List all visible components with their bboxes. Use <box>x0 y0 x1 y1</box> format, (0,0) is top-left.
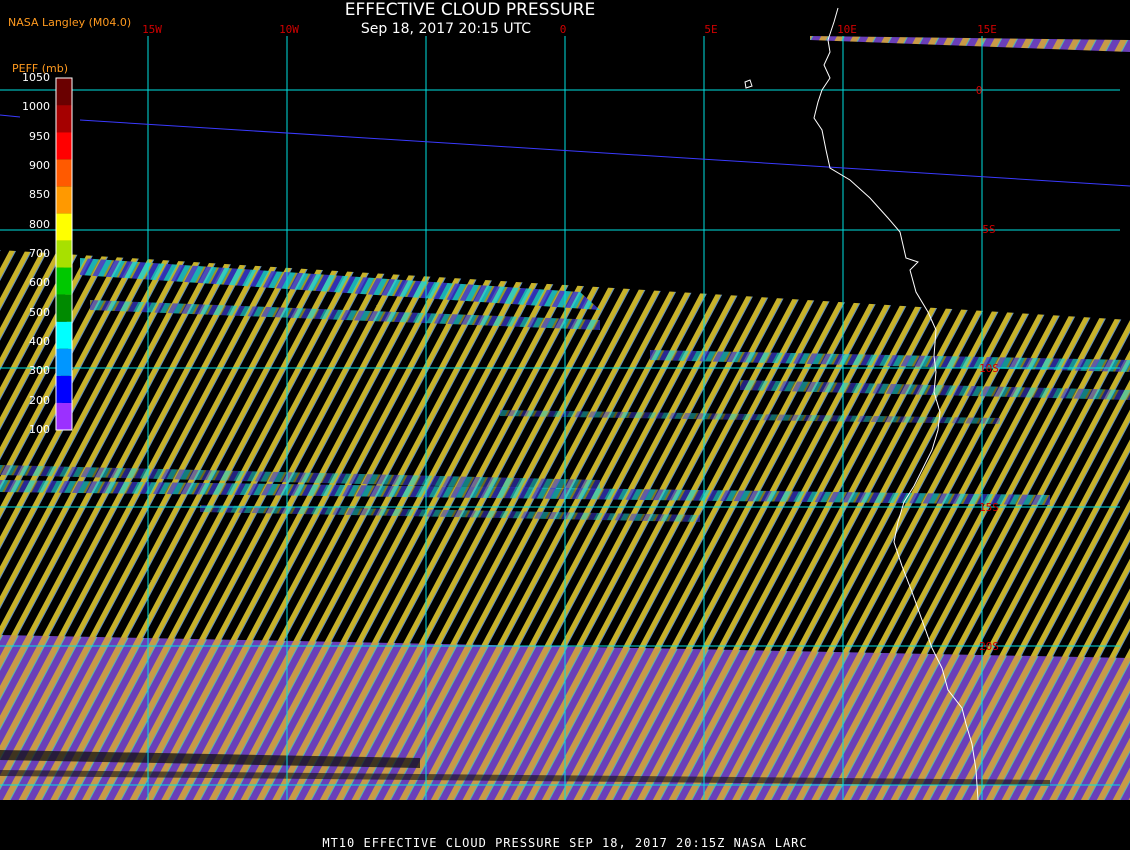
colorbar-tick: 1050 <box>22 71 50 84</box>
colorbar-segment <box>56 294 72 322</box>
lat-label-10s: 10S <box>979 362 999 375</box>
lat-label-5s: 5S <box>982 223 995 236</box>
colorbar-segment <box>56 267 72 295</box>
footer-caption: MT10 EFFECTIVE CLOUD PRESSURE SEP 18, 20… <box>0 836 1130 850</box>
cloud-swath-top-right <box>810 36 1130 52</box>
colorbar-segment <box>56 132 72 160</box>
colorbar-tick: 950 <box>29 129 50 143</box>
satellite-map: 15W 10W 0 5E 10E 15E 0 5S 10S 15S 20S <box>0 7 1130 801</box>
colorbar-segment <box>56 348 72 376</box>
lat-label-20s: 20S <box>979 640 999 653</box>
colorbar-segment <box>56 78 72 106</box>
colorbar-tick: 600 <box>29 276 50 290</box>
colorbar-tick: 850 <box>29 188 50 202</box>
agency-label: NASA Langley (M04.0) <box>8 16 132 29</box>
colorbar-tick: 700 <box>29 247 50 260</box>
colorbar-tick: 100 <box>29 423 50 436</box>
colorbar-segment <box>56 186 72 214</box>
colorbar-segment <box>56 159 72 187</box>
lon-label-15e: 15E <box>977 23 997 36</box>
colorbar-segment <box>56 402 72 430</box>
lat-label-0: 0 <box>976 84 983 97</box>
colorbar-segment <box>56 321 72 349</box>
colorbar-tick: 500 <box>29 305 50 319</box>
colorbar-segment <box>56 240 72 268</box>
colorbar-tick: 300 <box>29 364 50 378</box>
colorbar-tick: 900 <box>29 159 50 172</box>
lat-label-15s: 15S <box>979 501 999 514</box>
colorbar <box>55 77 73 431</box>
colorbar-segment <box>56 105 72 133</box>
colorbar-tick: 400 <box>29 335 50 348</box>
colorbar-tick: 1000 <box>22 100 50 114</box>
colorbar-segment <box>56 213 72 241</box>
map-timestamp: Sep 18, 2017 20:15 UTC <box>360 21 532 37</box>
colorbar-segment <box>56 375 72 403</box>
colorbar-tick: 800 <box>29 217 50 231</box>
colorbar-tick: 200 <box>29 393 50 407</box>
map-title: EFFECTIVE CLOUD PRESSURE <box>344 0 596 20</box>
